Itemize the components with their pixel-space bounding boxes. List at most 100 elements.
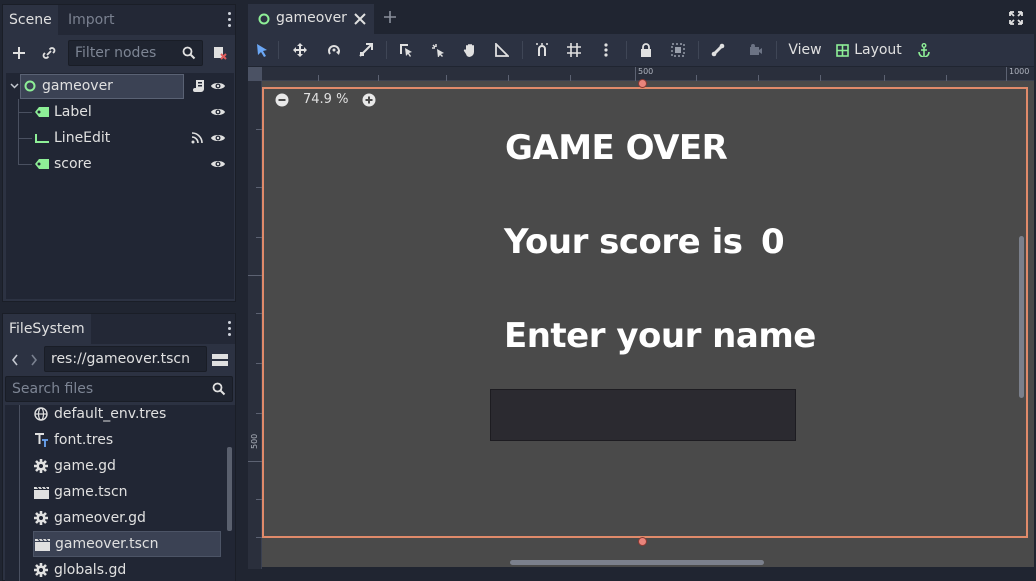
label-node-icon <box>34 158 50 170</box>
search-files-input[interactable]: Search files <box>5 376 233 402</box>
script-icon[interactable] <box>192 78 206 94</box>
ruler-mode-icon[interactable] <box>492 34 512 66</box>
name-prompt: Enter your name <box>504 316 816 356</box>
tree-branch-line <box>18 112 32 113</box>
tree-branch-line <box>18 164 32 165</box>
anchor-handle-bottom[interactable] <box>638 537 647 546</box>
grid-snap-icon[interactable] <box>564 34 584 66</box>
horizontal-scrollbar[interactable] <box>510 560 764 565</box>
filter-nodes-input[interactable]: Filter nodes <box>68 40 203 66</box>
tree-row-score[interactable]: score <box>6 151 234 177</box>
node-label-gameover: gameover <box>42 78 113 94</box>
tree-row-label[interactable]: Label <box>6 99 234 165</box>
canvas-toolbar: View Layout <box>248 34 1034 66</box>
visibility-eye-icon[interactable] <box>210 131 226 145</box>
bone-icon[interactable] <box>708 34 728 66</box>
pan-mode-icon[interactable] <box>460 34 480 66</box>
font-icon <box>34 432 48 448</box>
clapper-icon <box>35 538 50 551</box>
file-name: game.tscn <box>54 484 128 500</box>
tree-row-lineedit[interactable]: LineEdit <box>6 125 234 151</box>
visibility-eye-icon[interactable] <box>210 105 226 119</box>
zoom-out-icon[interactable] <box>275 93 289 107</box>
new-scene-tab-icon[interactable] <box>383 10 397 24</box>
smart-snap-icon[interactable] <box>532 34 552 66</box>
dock-menu-icon[interactable] <box>227 321 231 339</box>
layout-menu[interactable]: Layout <box>836 34 902 66</box>
rotate-mode-icon[interactable] <box>324 34 344 66</box>
pivot-mode-icon[interactable] <box>428 34 448 66</box>
node-label-lineedit: LineEdit <box>54 130 111 146</box>
view-menu[interactable]: View <box>788 34 822 66</box>
split-view-icon[interactable] <box>211 351 229 369</box>
dock-menu-icon[interactable] <box>227 12 231 30</box>
node-label-label: Label <box>54 104 92 120</box>
file-item[interactable]: globals.gd <box>5 557 233 581</box>
file-name: default_env.tres <box>54 406 167 422</box>
forward-arrow-icon[interactable] <box>28 351 40 369</box>
ruler-vertical[interactable]: 500 <box>248 81 262 569</box>
lock-icon[interactable] <box>636 34 656 66</box>
file-item[interactable]: font.tres <box>5 427 233 453</box>
ruler-corner <box>248 67 262 81</box>
remote-scene-icon[interactable] <box>210 43 230 63</box>
score-value: 0 <box>761 222 785 262</box>
ruler-label-1000: 1000 <box>1009 67 1030 76</box>
tree-row-gameover[interactable]: gameover <box>6 73 234 99</box>
visibility-eye-icon[interactable] <box>210 157 226 171</box>
tab-scene[interactable]: Scene <box>3 5 58 35</box>
file-item[interactable]: game.tscn <box>5 479 233 505</box>
globe-icon <box>34 407 48 421</box>
signal-icon[interactable] <box>190 131 204 145</box>
vertical-scrollbar[interactable] <box>1019 236 1024 398</box>
gear-icon <box>34 511 48 525</box>
zoom-in-icon[interactable] <box>362 93 376 107</box>
clapper-icon <box>34 486 49 499</box>
tree-guide-line <box>18 151 19 165</box>
file-item[interactable]: default_env.tres <box>5 405 233 427</box>
node-label-score: score <box>54 156 92 172</box>
anchor-handle-top[interactable] <box>638 79 647 88</box>
path-field[interactable]: res://gameover.tscn <box>44 346 207 372</box>
visibility-eye-icon[interactable] <box>210 79 226 93</box>
back-arrow-icon[interactable] <box>9 351 21 369</box>
control-node-icon <box>258 13 270 25</box>
lineedit-node-icon <box>34 132 50 144</box>
gear-icon <box>34 459 48 473</box>
snap-options-icon[interactable] <box>596 34 616 66</box>
group-icon[interactable] <box>668 34 688 66</box>
scene-tab-gameover[interactable]: gameover <box>248 4 374 34</box>
tab-import[interactable]: Import <box>62 5 120 35</box>
search-files-placeholder: Search files <box>12 381 94 397</box>
search-icon <box>182 46 196 60</box>
file-list: default_env.tres font.tres game.gd game.… <box>5 405 235 581</box>
game-over-title: GAME OVER <box>505 128 728 168</box>
search-icon <box>212 382 226 396</box>
distraction-free-icon[interactable] <box>1009 11 1023 25</box>
chevron-down-icon[interactable] <box>10 82 19 90</box>
toolbar-separator <box>386 41 387 59</box>
camera-override-icon[interactable] <box>746 34 766 66</box>
ruler-label-500-vertical: 500 <box>250 433 259 449</box>
add-node-icon[interactable] <box>9 43 29 63</box>
name-line-edit[interactable] <box>490 389 796 441</box>
scene-tree: gameover Label LineEdit score <box>6 73 234 299</box>
file-item[interactable]: game.gd <box>5 453 233 479</box>
tree-branch-line <box>18 138 32 139</box>
list-select-icon[interactable] <box>396 34 416 66</box>
filesystem-dock-tabs: FileSystem <box>3 314 235 344</box>
toolbar-separator <box>626 41 627 59</box>
link-icon[interactable] <box>39 43 59 63</box>
move-mode-icon[interactable] <box>290 34 310 66</box>
control-node-icon <box>24 80 36 92</box>
select-mode-icon[interactable] <box>252 34 272 66</box>
filter-placeholder: Filter nodes <box>75 45 157 61</box>
file-name: globals.gd <box>54 562 127 578</box>
zoom-level[interactable]: 74.9 % <box>303 92 348 107</box>
file-item-selected[interactable]: gameover.tscn <box>33 531 221 557</box>
anchor-icon[interactable] <box>914 34 934 66</box>
tab-filesystem[interactable]: FileSystem <box>3 314 91 344</box>
file-item[interactable]: gameover.gd <box>5 505 233 531</box>
close-icon[interactable] <box>354 13 366 25</box>
scale-mode-icon[interactable] <box>356 34 376 66</box>
